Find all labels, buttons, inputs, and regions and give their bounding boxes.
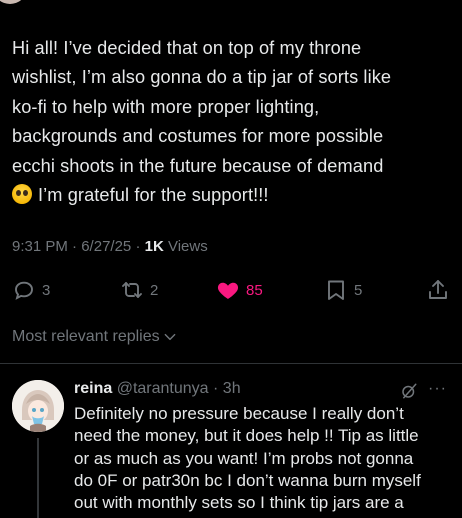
reply-author-name[interactable]: reina [74, 380, 112, 397]
post-line: ecchi shoots in the future because of de… [12, 155, 384, 176]
thread-line [37, 438, 39, 518]
post-meta: 9:31 PM · 6/27/25 · 1K Views [12, 238, 208, 255]
replies-sort-dropdown[interactable]: Most relevant replies [12, 328, 177, 346]
bookmark-button[interactable]: 5 [324, 276, 362, 304]
repost-button[interactable]: 2 [120, 276, 158, 304]
post-line: Hi all! I’ve decided that on top of my t… [12, 38, 362, 58]
heart-filled-icon [217, 282, 239, 299]
post-time[interactable]: 9:31 PM [12, 238, 68, 255]
grok-button[interactable] [400, 382, 418, 405]
reply-line: need the money, but it does help !! Tip … [74, 426, 419, 446]
repost-count: 2 [150, 281, 159, 299]
post-line: backgrounds and costumes for more possib… [12, 126, 384, 147]
post-author-avatar[interactable] [0, 0, 26, 4]
bookmark-icon [328, 280, 344, 300]
pleading-face-emoji-icon [12, 184, 32, 205]
anime-avatar-icon [12, 380, 64, 432]
reply-line: out with monthly sets so I think tip jar… [74, 493, 404, 513]
share-icon [429, 280, 447, 299]
share-button[interactable] [426, 276, 450, 304]
post-line: ko-fi to help with more proper lighting, [12, 96, 320, 117]
meta-separator: · [135, 238, 145, 255]
reply-header: reina @tarantunya · 3h [74, 380, 241, 398]
repost-icon [122, 282, 142, 298]
bookmark-count: 5 [354, 281, 363, 299]
reply-avatar[interactable] [12, 380, 64, 432]
reply-button[interactable]: 3 [12, 276, 50, 304]
post-actions-bar: 3 2 85 5 [0, 276, 462, 304]
reply-author-handle[interactable]: @tarantunya [117, 380, 209, 397]
like-count: 85 [246, 281, 263, 299]
reply-count: 3 [42, 281, 51, 299]
post-line-last: I’m grateful for the support!!! [12, 181, 452, 210]
grok-icon [402, 383, 417, 399]
more-options-button[interactable]: ··· [428, 380, 447, 398]
replies-sort-label: Most relevant replies [12, 328, 160, 345]
section-divider [0, 363, 462, 364]
post-line: wishlist, I’m also gonna do a tip jar of… [12, 67, 392, 88]
reply-line: Definitely no pressure because I really … [74, 404, 404, 423]
post-line: I’m grateful for the support!!! [38, 185, 269, 206]
post-date[interactable]: 6/27/25 [81, 238, 131, 255]
more-dots-icon: ··· [428, 380, 447, 397]
meta-separator: · [72, 238, 82, 255]
chevron-down-icon [164, 333, 175, 341]
like-button[interactable]: 85 [216, 276, 263, 304]
views-label: Views [167, 238, 208, 255]
reply-line: or as much as you want! I’m probs not go… [74, 448, 414, 468]
reply-icon [15, 281, 33, 300]
reply-time[interactable]: 3h [223, 380, 241, 397]
meta-separator: · [213, 380, 219, 397]
post-text: Hi all! I’ve decided that on top of my t… [12, 34, 452, 210]
reply-line: do 0F or patr30n bc I don’t wanna burn m… [74, 470, 421, 490]
views-count: 1K [144, 238, 164, 255]
reply-text: Definitely no pressure because I really … [74, 403, 458, 514]
